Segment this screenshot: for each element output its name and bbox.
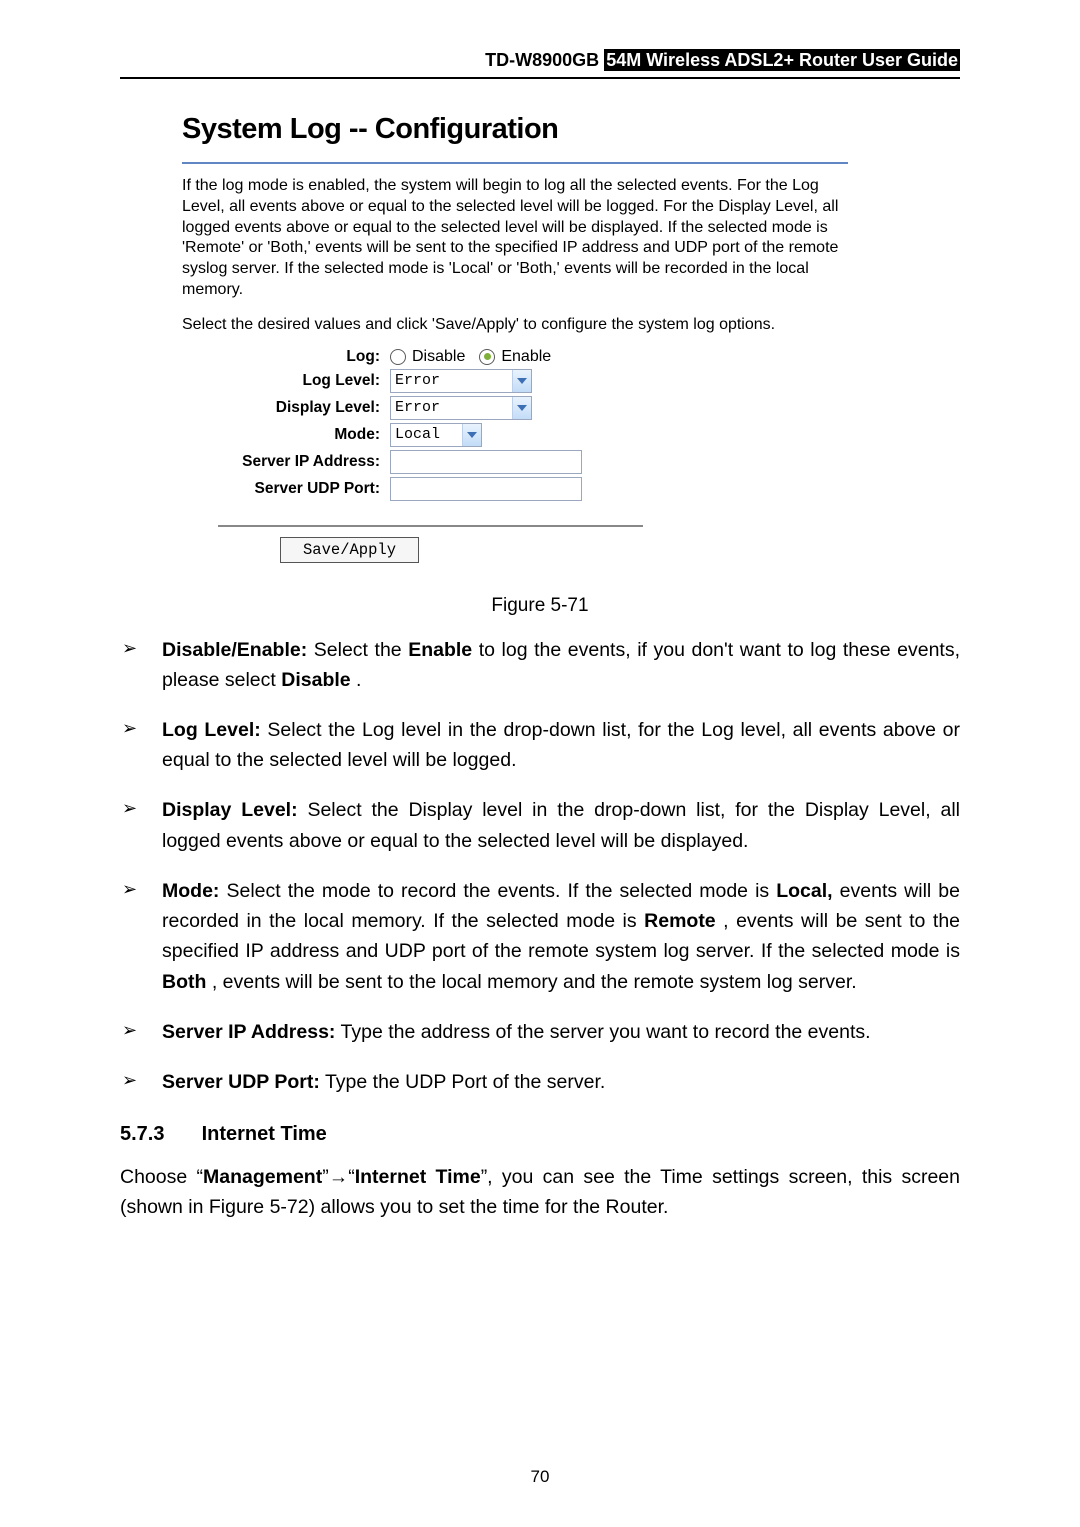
log-radio-group: Disable Enable	[390, 348, 551, 366]
radio-disable[interactable]	[390, 349, 406, 365]
bullet-list: Disable/Enable: Select the Enable to log…	[120, 635, 960, 1098]
section-body: Choose “Management”→“Internet Time”, you…	[120, 1162, 960, 1222]
label-mode: Mode:	[182, 426, 390, 444]
row-serverip: Server IP Address:	[182, 450, 848, 474]
select-mode[interactable]: Local	[390, 423, 482, 447]
label-loglevel: Log Level:	[182, 372, 390, 390]
radio-enable-label: Enable	[501, 348, 551, 366]
section-number: 5.7.3	[120, 1123, 196, 1146]
save-apply-button[interactable]: Save/Apply	[280, 537, 419, 563]
row-serverport: Server UDP Port:	[182, 477, 848, 501]
select-mode-value: Local	[391, 424, 446, 446]
chevron-down-icon	[512, 370, 531, 392]
divider	[218, 525, 643, 527]
chevron-down-icon	[512, 397, 531, 419]
row-loglevel: Log Level: Error	[182, 369, 848, 393]
select-displaylevel[interactable]: Error	[390, 396, 532, 420]
chevron-down-icon	[462, 424, 481, 446]
row-mode: Mode: Local	[182, 423, 848, 447]
list-item: Display Level: Select the Display level …	[120, 795, 960, 855]
row-log: Log: Disable Enable	[182, 348, 848, 366]
figure-caption: Figure 5-71	[120, 595, 960, 617]
label-log: Log:	[182, 348, 390, 366]
list-item: Log Level: Select the Log level in the d…	[120, 715, 960, 775]
section-heading: 5.7.3 Internet Time	[120, 1123, 960, 1146]
label-displaylevel: Display Level:	[182, 399, 390, 417]
panel-title: System Log -- Configuration	[182, 113, 848, 146]
input-server-ip[interactable]	[390, 450, 582, 474]
list-item: Mode: Select the mode to record the even…	[120, 876, 960, 997]
screenshot-panel: System Log -- Configuration If the log m…	[182, 113, 848, 563]
guide-title: 54M Wireless ADSL2+ Router User Guide	[604, 49, 960, 71]
page-number: 70	[0, 1467, 1080, 1487]
panel-instruction: Select the desired values and click 'Sav…	[182, 315, 848, 336]
label-serverip: Server IP Address:	[182, 453, 390, 471]
model-number: TD-W8900GB	[485, 50, 599, 70]
list-item: Disable/Enable: Select the Enable to log…	[120, 635, 960, 695]
select-displaylevel-value: Error	[391, 397, 446, 419]
list-item: Server UDP Port: Type the UDP Port of th…	[120, 1067, 960, 1097]
select-loglevel[interactable]: Error	[390, 369, 532, 393]
section-title: Internet Time	[202, 1123, 327, 1145]
page-header: TD-W8900GB 54M Wireless ADSL2+ Router Us…	[120, 50, 960, 79]
list-item: Server IP Address: Type the address of t…	[120, 1017, 960, 1047]
input-server-port[interactable]	[390, 477, 582, 501]
row-displaylevel: Display Level: Error	[182, 396, 848, 420]
select-loglevel-value: Error	[391, 370, 446, 392]
radio-enable[interactable]	[479, 349, 495, 365]
radio-disable-label: Disable	[412, 348, 465, 366]
panel-description: If the log mode is enabled, the system w…	[182, 162, 848, 301]
label-serverport: Server UDP Port:	[182, 480, 390, 498]
page: TD-W8900GB 54M Wireless ADSL2+ Router Us…	[0, 0, 1080, 1527]
